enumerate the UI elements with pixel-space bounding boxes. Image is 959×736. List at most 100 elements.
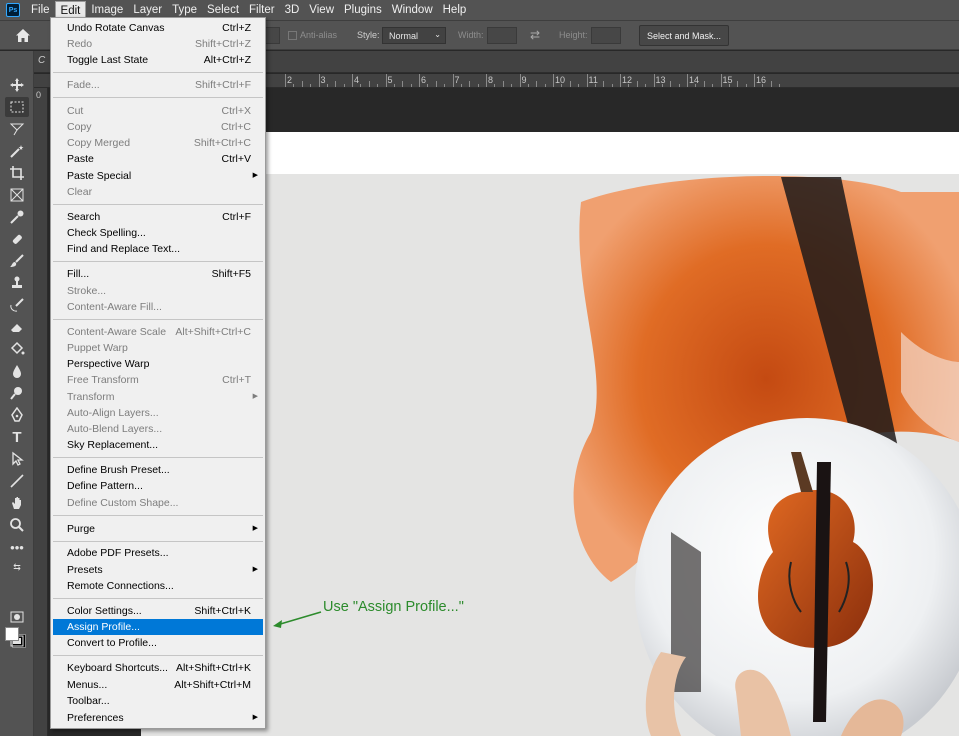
- menu-item-toolbar[interactable]: Toolbar...: [53, 693, 263, 709]
- zoom-tool-icon[interactable]: [5, 515, 29, 535]
- ruler-tick: [728, 84, 730, 87]
- ruler-tick: [536, 81, 538, 87]
- vertical-ruler-label: 0: [36, 90, 42, 100]
- menu-window[interactable]: Window: [387, 1, 438, 19]
- menu-item-define-pattern[interactable]: Define Pattern...: [53, 478, 263, 494]
- swap-colors-icon[interactable]: ⇆: [5, 557, 29, 577]
- menu-item-redo[interactable]: Redo Shift+Ctrl+Z: [53, 36, 263, 52]
- width-field[interactable]: [487, 27, 517, 44]
- line-tool-icon[interactable]: [5, 471, 29, 491]
- menu-item-preferences[interactable]: Preferences ▶: [53, 710, 263, 726]
- menu-item-define-custom-shape[interactable]: Define Custom Shape...: [53, 495, 263, 511]
- menu-item-stroke[interactable]: Stroke...: [53, 283, 263, 299]
- menu-item-copy[interactable]: Copy Ctrl+C: [53, 119, 263, 135]
- menu-item-presets[interactable]: Presets ▶: [53, 562, 263, 578]
- height-field[interactable]: [591, 27, 621, 44]
- eraser-icon[interactable]: [5, 317, 29, 337]
- pen-tool-icon[interactable]: [5, 405, 29, 425]
- ruler-tick: [343, 84, 345, 87]
- lasso-tool-icon[interactable]: [5, 119, 29, 139]
- menu-separator: [53, 261, 263, 262]
- menu-item-toggle-last-state[interactable]: Toggle Last State Alt+Ctrl+Z: [53, 52, 263, 68]
- select-and-mask-button[interactable]: Select and Mask...: [639, 25, 729, 46]
- menu-view[interactable]: View: [304, 1, 339, 19]
- ruler-tick: [310, 84, 312, 87]
- edit-menu-dropdown: Undo Rotate Canvas Ctrl+Z Redo Shift+Ctrl+…: [50, 17, 266, 729]
- menu-3d[interactable]: 3D: [280, 1, 305, 19]
- menu-item-transform[interactable]: Transform ▶: [53, 389, 263, 405]
- path-selection-icon[interactable]: [5, 449, 29, 469]
- menu-item-remote-connections[interactable]: Remote Connections...: [53, 578, 263, 594]
- menu-item-perspective-warp[interactable]: Perspective Warp: [53, 356, 263, 372]
- menu-item-fill[interactable]: Fill... Shift+F5: [53, 266, 263, 282]
- blur-tool-icon[interactable]: [5, 361, 29, 381]
- menu-item-auto-align[interactable]: Auto-Align Layers...: [53, 405, 263, 421]
- eyedropper-icon[interactable]: [5, 207, 29, 227]
- menu-item-free-transform[interactable]: Free Transform Ctrl+T: [53, 372, 263, 388]
- menu-item-keyboard-shortcuts[interactable]: Keyboard Shortcuts... Alt+Shift+Ctrl+K: [53, 660, 263, 676]
- hand-tool-icon[interactable]: [5, 493, 29, 513]
- ruler-label: 3: [320, 75, 326, 85]
- submenu-arrow-icon: ▶: [252, 566, 258, 573]
- menu-separator: [53, 72, 263, 73]
- menu-item-convert-to-profile[interactable]: Convert to Profile...: [53, 635, 263, 651]
- menu-separator: [53, 457, 263, 458]
- paint-bucket-icon[interactable]: [5, 339, 29, 359]
- menu-item-puppet-warp[interactable]: Puppet Warp: [53, 340, 263, 356]
- ruler-label: 15: [722, 75, 733, 85]
- document-tab[interactable]: C: [38, 55, 45, 66]
- move-tool-icon[interactable]: [5, 75, 29, 95]
- menu-item-check-spelling[interactable]: Check Spelling...: [53, 225, 263, 241]
- ruler-label: 14: [689, 75, 700, 85]
- menu-item-paste-special[interactable]: Paste Special ▶: [53, 168, 263, 184]
- photoshop-logo-icon: Ps: [6, 3, 20, 17]
- history-brush-icon[interactable]: [5, 295, 29, 315]
- type-tool-icon[interactable]: T: [5, 427, 29, 447]
- dodge-tool-icon[interactable]: [5, 383, 29, 403]
- crop-tool-icon[interactable]: [5, 163, 29, 183]
- ruler-tick: [620, 74, 621, 87]
- menu-item-purge[interactable]: Purge ▶: [53, 521, 263, 537]
- foreground-color-swatch[interactable]: [5, 627, 19, 641]
- menu-item-color-settings[interactable]: Color Settings... Shift+Ctrl+K: [53, 603, 263, 619]
- menu-item-sky-replacement[interactable]: Sky Replacement...: [53, 437, 263, 453]
- menu-item-define-brush[interactable]: Define Brush Preset...: [53, 462, 263, 478]
- menu-item-copy-merged[interactable]: Copy Merged Shift+Ctrl+C: [53, 135, 263, 151]
- menu-item-pdf-presets[interactable]: Adobe PDF Presets...: [53, 545, 263, 561]
- menu-item-clear[interactable]: Clear: [53, 184, 263, 200]
- menu-item-find-replace[interactable]: Find and Replace Text...: [53, 241, 263, 257]
- menu-item-search[interactable]: Search Ctrl+F: [53, 209, 263, 225]
- menu-item-cut[interactable]: Cut Ctrl+X: [53, 103, 263, 119]
- menu-item-fade[interactable]: Fade... Shift+Ctrl+F: [53, 77, 263, 93]
- style-select[interactable]: Normal ⌄: [382, 27, 446, 44]
- ruler-tick: [745, 84, 747, 87]
- swap-icon[interactable]: ⇄: [530, 28, 540, 42]
- ruler-label: 7: [454, 75, 460, 85]
- ruler-label: 12: [622, 75, 633, 85]
- marquee-tool-icon[interactable]: [5, 97, 29, 117]
- menu-item-content-aware-fill[interactable]: Content-Aware Fill...: [53, 299, 263, 315]
- magic-wand-icon[interactable]: [5, 141, 29, 161]
- ruler-label: 13: [655, 75, 666, 85]
- menu-item-assign-profile[interactable]: Assign Profile...: [53, 619, 263, 635]
- frame-tool-icon[interactable]: [5, 185, 29, 205]
- ruler-tick: [301, 81, 303, 87]
- more-tools-icon[interactable]: •••: [5, 537, 29, 557]
- ruler-tick: [569, 81, 571, 87]
- brush-tool-icon[interactable]: [5, 251, 29, 271]
- home-icon[interactable]: [8, 24, 38, 46]
- menu-item-auto-blend[interactable]: Auto-Blend Layers...: [53, 421, 263, 437]
- menu-item-undo[interactable]: Undo Rotate Canvas Ctrl+Z: [53, 20, 263, 36]
- height-label: Height:: [559, 30, 588, 40]
- ruler-tick: [611, 84, 613, 87]
- quick-mask-icon[interactable]: [5, 607, 29, 627]
- menu-help[interactable]: Help: [438, 1, 472, 19]
- menu-item-content-aware-scale[interactable]: Content-Aware Scale Alt+Shift+Ctrl+C: [53, 324, 263, 340]
- anti-alias-checkbox[interactable]: [288, 31, 297, 40]
- menu-plugins[interactable]: Plugins: [339, 1, 387, 19]
- menu-item-paste[interactable]: Paste Ctrl+V: [53, 151, 263, 167]
- ruler-tick: [410, 84, 412, 87]
- menu-item-menus[interactable]: Menus... Alt+Shift+Ctrl+M: [53, 677, 263, 693]
- stamp-tool-icon[interactable]: [5, 273, 29, 293]
- healing-brush-icon[interactable]: [5, 229, 29, 249]
